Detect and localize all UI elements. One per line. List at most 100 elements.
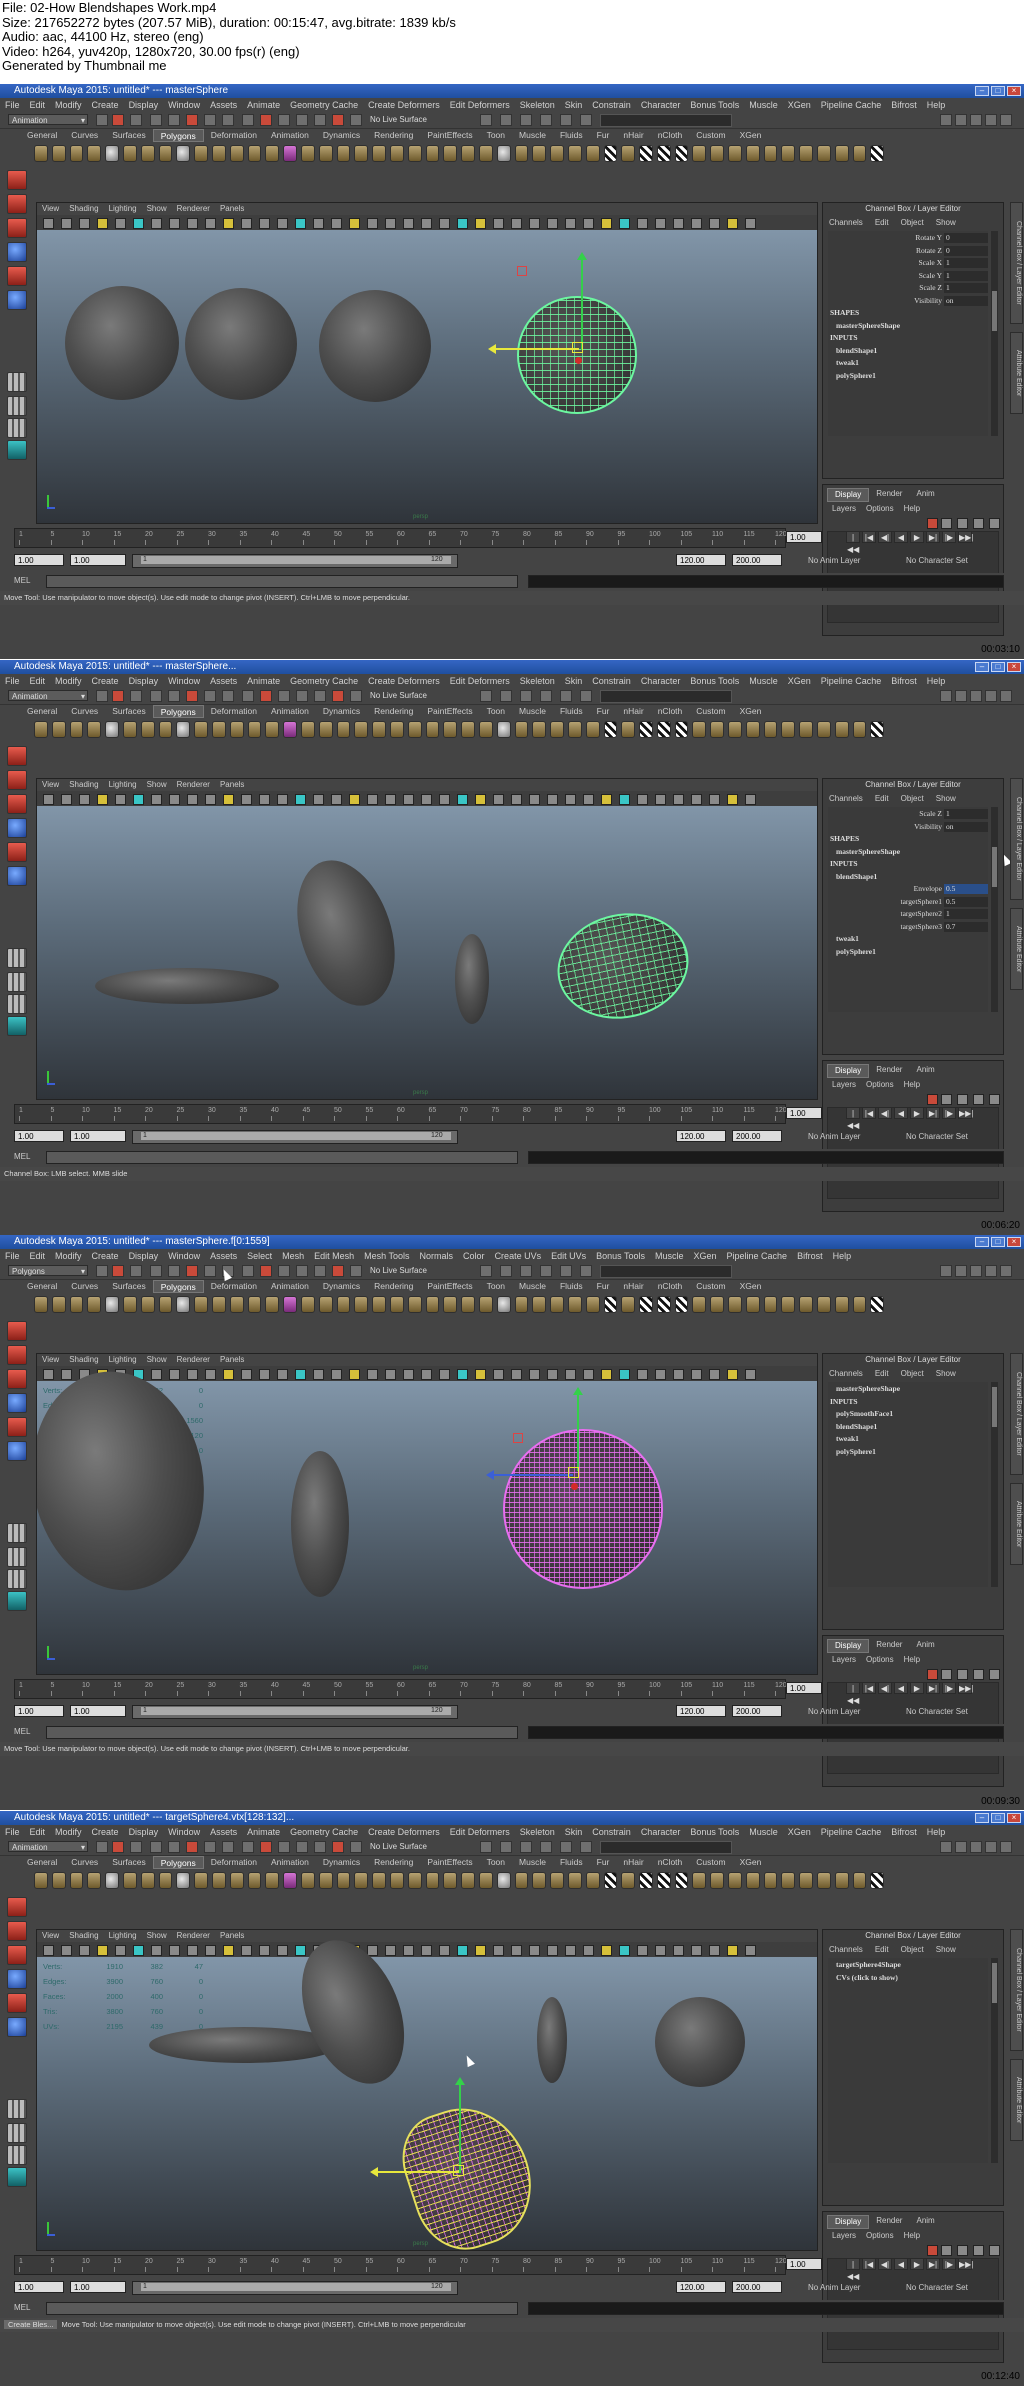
viewport-toolbar-icon[interactable] [475, 218, 486, 229]
select-tool-icon[interactable] [7, 170, 27, 190]
shelf-tool-icon[interactable] [567, 721, 582, 738]
channel-section-tweak1[interactable]: tweak1 [836, 934, 859, 944]
live-surface-label[interactable]: No Live Surface [370, 113, 448, 126]
shelf-tab-animation[interactable]: Animation [264, 1280, 316, 1293]
shelf-tab-ncloth[interactable]: nCloth [651, 705, 690, 718]
shelf-tool-icon[interactable] [318, 1296, 333, 1313]
viewport-toolbar-icon[interactable] [745, 218, 756, 229]
layer-tab-display[interactable]: Display [827, 1639, 870, 1653]
viewport-toolbar-icon[interactable] [313, 1369, 324, 1380]
viewport-toolbar-icon[interactable] [511, 794, 522, 805]
shelf-tool-icon[interactable] [247, 721, 262, 738]
shelf-tab-deformation[interactable]: Deformation [204, 1856, 264, 1869]
shelf-tool-icon[interactable] [211, 721, 226, 738]
input-line-field[interactable] [600, 690, 732, 703]
paint-select-icon[interactable] [7, 794, 27, 814]
shelf-tool-icon[interactable] [710, 145, 725, 162]
maximize-button[interactable]: □ [991, 86, 1005, 96]
live-surface-label[interactable]: No Live Surface [370, 1840, 448, 1853]
range-start-field[interactable]: 1.00 [14, 2281, 64, 2293]
lasso-tool-icon[interactable] [7, 770, 27, 790]
shelf-tool-icon[interactable] [799, 145, 814, 162]
menu-file[interactable]: File [0, 1249, 25, 1263]
lasso-tool-icon[interactable] [7, 194, 27, 214]
shelf-tab-toon[interactable]: Toon [480, 129, 512, 142]
viewport-toolbar-icon[interactable] [259, 794, 270, 805]
status-icon[interactable] [278, 1265, 290, 1277]
menu-xgen[interactable]: XGen [783, 98, 816, 112]
channel-section-blendshape1[interactable]: blendShape1 [836, 346, 877, 356]
render-icon[interactable] [560, 690, 572, 702]
range-slider[interactable]: 1 120 [132, 1130, 458, 1144]
rotate-tool-icon[interactable] [7, 1417, 27, 1437]
layer-action-icon[interactable] [957, 1669, 968, 1680]
status-icon[interactable] [242, 114, 254, 126]
shelf-tab-polygons[interactable]: Polygons [152, 1856, 204, 1869]
shelf-tool-icon[interactable] [461, 145, 475, 162]
viewport-toolbar-icon[interactable] [403, 794, 414, 805]
menu-constrain[interactable]: Constrain [587, 1825, 636, 1839]
viewport-toolbar-icon[interactable] [511, 1945, 522, 1956]
sphere-target-3[interactable] [319, 290, 431, 402]
viewport-menu-panels[interactable]: Panels [215, 1930, 249, 1942]
viewport-toolbar-icon[interactable] [151, 1369, 162, 1380]
menu-character[interactable]: Character [636, 98, 686, 112]
mel-input[interactable] [46, 1151, 518, 1164]
range-start-field[interactable]: 1.00 [14, 554, 64, 566]
shelf-tab-ncloth[interactable]: nCloth [651, 1856, 690, 1869]
shelf-tab-custom[interactable]: Custom [689, 705, 732, 718]
viewport-menu-shading[interactable]: Shading [64, 1354, 103, 1366]
blend-attr-value[interactable]: 0.5 [944, 884, 988, 894]
layout-icon[interactable] [955, 114, 967, 126]
viewport-toolbar-icon[interactable] [223, 1369, 234, 1380]
viewport-menu-view[interactable]: View [37, 1930, 64, 1942]
channel-section-polysphere1[interactable]: polySphere1 [836, 947, 876, 957]
shelf-tab-deformation[interactable]: Deformation [204, 129, 264, 142]
shelf-tool-icon[interactable] [51, 145, 66, 162]
layout-four-icon[interactable] [7, 2123, 27, 2143]
viewport-panel[interactable]: View Shading Lighting Show Renderer Panels per… [36, 1353, 818, 1675]
shelf-tool-icon[interactable] [852, 1296, 867, 1313]
shelf-tool-icon[interactable] [265, 145, 280, 162]
layout-single-icon[interactable] [7, 1523, 27, 1543]
shelf-tab-curves[interactable]: Curves [64, 129, 105, 142]
viewport-toolbar-icon[interactable] [259, 1369, 270, 1380]
viewport-toolbar-icon[interactable] [601, 1945, 612, 1956]
layer-menu-help[interactable]: Help [899, 1654, 925, 1666]
channel-section-tweak1[interactable]: tweak1 [836, 358, 859, 368]
shelf-tool-icon[interactable] [105, 721, 119, 738]
move-tool-icon[interactable] [7, 1969, 27, 1989]
shelf-tab-curves[interactable]: Curves [64, 705, 105, 718]
layout-persp-icon[interactable] [7, 1569, 27, 1589]
viewport-toolbar-icon[interactable] [673, 1369, 684, 1380]
shelf-tool-icon[interactable] [496, 1296, 511, 1313]
shelf-tool-icon[interactable] [105, 1296, 119, 1313]
menu-xgen[interactable]: XGen [783, 674, 816, 688]
menu-pipeline-cache[interactable]: Pipeline Cache [816, 1825, 887, 1839]
shelf-tool-icon[interactable] [158, 1872, 173, 1889]
viewport-toolbar-icon[interactable] [61, 218, 72, 229]
menu-assets[interactable]: Assets [205, 1825, 242, 1839]
rotate-tool-icon[interactable] [7, 266, 27, 286]
anim-layer-dropdown[interactable]: No Anim Layer [808, 1131, 860, 1143]
move-tool-icon[interactable] [7, 1393, 27, 1413]
viewport-toolbar-icon[interactable] [295, 1369, 306, 1380]
playback-button[interactable]: |◀◀ [846, 531, 860, 554]
shelf-tool-icon[interactable] [514, 1872, 529, 1889]
viewport-toolbar-icon[interactable] [241, 1945, 252, 1956]
layer-action-icon[interactable] [973, 518, 984, 529]
shelf-tool-icon[interactable] [69, 1872, 84, 1889]
layout-icon[interactable] [985, 1265, 997, 1277]
status-icon[interactable] [204, 690, 216, 702]
minimize-button[interactable]: – [975, 662, 989, 672]
shelf-tool-icon[interactable] [407, 1296, 422, 1313]
shelf-tool-icon[interactable] [781, 1296, 796, 1313]
shelf-tool-icon[interactable] [674, 1872, 689, 1889]
shelf-tool-icon[interactable] [870, 721, 885, 738]
range-slider-inner[interactable]: 1 120 [141, 2283, 451, 2291]
shelf-tab-curves[interactable]: Curves [64, 1280, 105, 1293]
status-icon[interactable] [350, 690, 362, 702]
shelf-tool-icon[interactable] [692, 1872, 707, 1889]
menu-skin[interactable]: Skin [560, 1825, 588, 1839]
shelf-tool-icon[interactable] [300, 145, 315, 162]
